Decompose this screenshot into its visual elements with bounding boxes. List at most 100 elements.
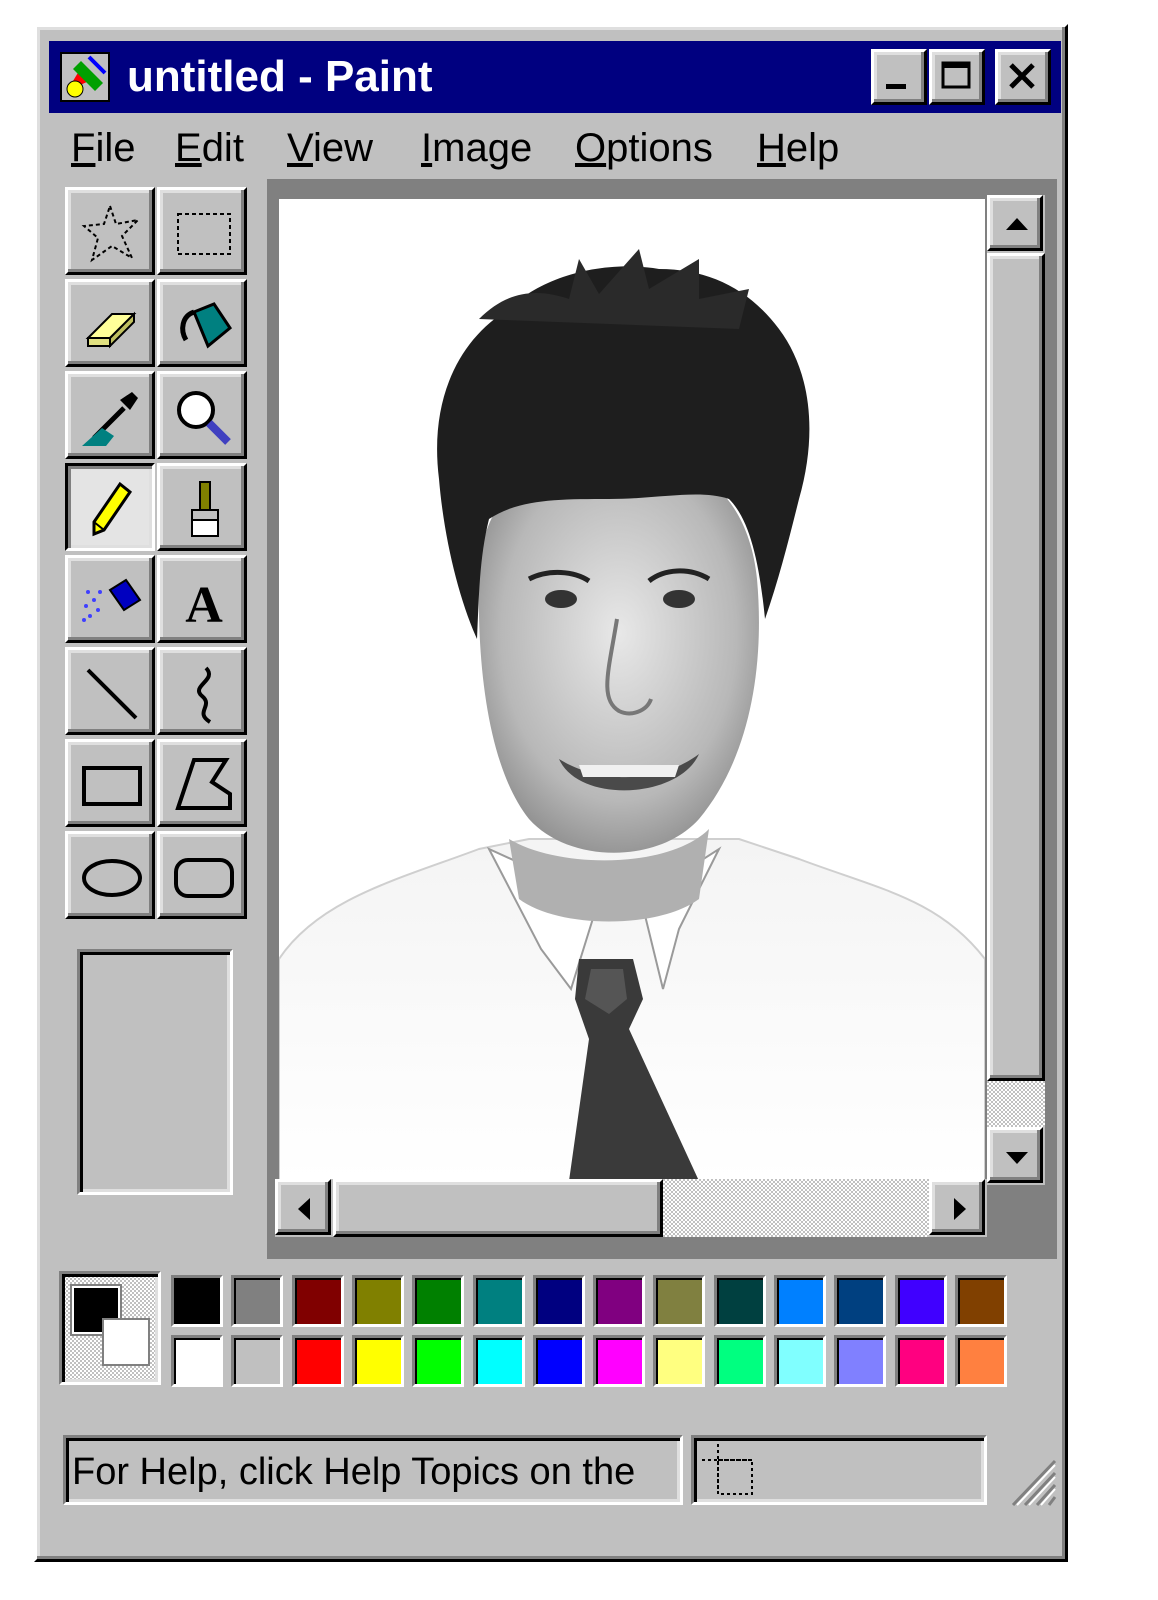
- maximize-button[interactable]: [929, 49, 985, 105]
- minimize-button[interactable]: [871, 49, 927, 105]
- color-swatch[interactable]: [171, 1335, 223, 1387]
- tool-pencil[interactable]: [65, 463, 155, 551]
- color-swatch[interactable]: [473, 1275, 525, 1327]
- color-swatch[interactable]: [352, 1335, 404, 1387]
- tool-rounded-rectangle[interactable]: [157, 831, 247, 919]
- polygon-icon: [175, 758, 232, 810]
- menu-file[interactable]: File: [71, 123, 135, 173]
- tool-line[interactable]: [65, 647, 155, 735]
- paint-app-icon: [59, 51, 111, 103]
- airbrush-icon: [82, 578, 142, 622]
- tool-brush[interactable]: [157, 463, 247, 551]
- color-swatch[interactable]: [231, 1335, 283, 1387]
- arrow-up-icon: [1006, 218, 1028, 230]
- color-swatch[interactable]: [774, 1335, 826, 1387]
- horizontal-scrollbar[interactable]: [275, 1179, 987, 1237]
- arrow-left-icon: [298, 1198, 310, 1220]
- color-picker-icon: [82, 392, 138, 446]
- color-swatch[interactable]: [231, 1275, 283, 1327]
- portrait-photo: [279, 249, 985, 1181]
- horizontal-scroll-thumb[interactable]: [333, 1179, 663, 1237]
- rect-select-icon: [177, 213, 231, 255]
- horizontal-scroll-track[interactable]: [663, 1179, 929, 1237]
- status-coordinates-box: [691, 1435, 987, 1505]
- color-swatch[interactable]: [533, 1275, 585, 1327]
- color-swatch[interactable]: [593, 1275, 645, 1327]
- arrow-right-icon: [954, 1198, 966, 1220]
- fill-icon: [180, 302, 233, 349]
- tool-ellipse[interactable]: [65, 831, 155, 919]
- tool-fill[interactable]: [157, 279, 247, 367]
- color-swatch[interactable]: [834, 1275, 886, 1327]
- tool-options-box[interactable]: [77, 949, 233, 1195]
- paint-window: untitled - Paint File Edit View Image Op…: [34, 24, 1068, 1562]
- vertical-scroll-thumb[interactable]: [987, 253, 1045, 1081]
- tool-color-picker[interactable]: [65, 371, 155, 459]
- svg-text:A: A: [185, 577, 223, 634]
- color-swatch[interactable]: [955, 1335, 1007, 1387]
- status-message-box: For Help, click Help Topics on the: [63, 1435, 683, 1505]
- color-swatch[interactable]: [955, 1275, 1007, 1327]
- background-color[interactable]: [102, 1318, 150, 1366]
- color-swatch[interactable]: [533, 1335, 585, 1387]
- ellipse-icon: [82, 859, 142, 897]
- menu-bar: File Edit View Image Options Help: [49, 117, 1061, 183]
- color-swatch[interactable]: [895, 1335, 947, 1387]
- scroll-up-button[interactable]: [987, 195, 1043, 251]
- color-swatch[interactable]: [352, 1275, 404, 1327]
- free-form-select-icon: [81, 202, 141, 263]
- scroll-left-button[interactable]: [275, 1179, 331, 1235]
- arrow-down-icon: [1006, 1152, 1028, 1164]
- close-button[interactable]: [995, 49, 1051, 105]
- tool-text[interactable]: A: [157, 555, 247, 643]
- drawing-canvas[interactable]: [279, 199, 985, 1181]
- color-swatch[interactable]: [714, 1275, 766, 1327]
- rectangle-icon: [82, 766, 142, 806]
- maximize-icon: [941, 61, 971, 89]
- pencil-icon: [92, 481, 133, 537]
- menu-edit[interactable]: Edit: [175, 123, 244, 173]
- color-swatch[interactable]: [593, 1335, 645, 1387]
- tool-airbrush[interactable]: [65, 555, 155, 643]
- line-icon: [86, 668, 138, 720]
- close-icon: [1009, 63, 1035, 89]
- text-icon: A: [185, 577, 223, 634]
- menu-options[interactable]: Options: [575, 123, 713, 173]
- color-swatch[interactable]: [292, 1335, 344, 1387]
- menu-image[interactable]: Image: [421, 123, 532, 173]
- color-swatch[interactable]: [653, 1335, 705, 1387]
- minimize-icon: [886, 84, 906, 89]
- scroll-right-button[interactable]: [929, 1179, 985, 1235]
- current-colors[interactable]: [59, 1271, 161, 1385]
- title-bar[interactable]: untitled - Paint: [49, 41, 1061, 113]
- tool-rectangle[interactable]: [65, 739, 155, 827]
- vertical-scrollbar[interactable]: [987, 195, 1045, 1185]
- color-swatch[interactable]: [774, 1275, 826, 1327]
- curve-icon: [197, 666, 212, 724]
- tool-rect-select[interactable]: [157, 187, 247, 275]
- tool-curve[interactable]: [157, 647, 247, 735]
- color-swatch[interactable]: [412, 1275, 464, 1327]
- color-swatch[interactable]: [412, 1335, 464, 1387]
- brush-icon: [191, 481, 219, 537]
- color-swatch[interactable]: [714, 1335, 766, 1387]
- rounded-rectangle-icon: [174, 858, 234, 898]
- tool-polygon[interactable]: [157, 739, 247, 827]
- vertical-scroll-track[interactable]: [987, 1081, 1045, 1127]
- color-swatch[interactable]: [895, 1275, 947, 1327]
- scroll-down-button[interactable]: [987, 1127, 1043, 1183]
- tool-free-form-select[interactable]: [65, 187, 155, 275]
- tool-eraser[interactable]: [65, 279, 155, 367]
- color-swatch[interactable]: [834, 1335, 886, 1387]
- color-palette: [49, 1259, 1061, 1419]
- tool-magnifier[interactable]: [157, 371, 247, 459]
- color-swatch[interactable]: [473, 1335, 525, 1387]
- canvas-area: [267, 179, 1057, 1259]
- color-swatch[interactable]: [292, 1275, 344, 1327]
- color-swatch[interactable]: [171, 1275, 223, 1327]
- color-swatch[interactable]: [653, 1275, 705, 1327]
- magnifier-icon: [177, 391, 231, 445]
- menu-help[interactable]: Help: [757, 123, 839, 173]
- resize-grip-icon[interactable]: [1007, 1453, 1057, 1507]
- menu-view[interactable]: View: [287, 123, 373, 173]
